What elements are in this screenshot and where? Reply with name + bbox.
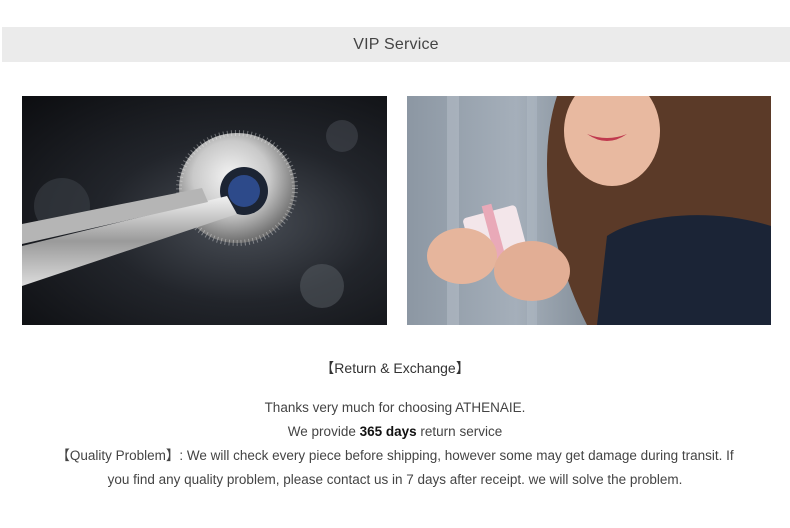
gift-photo	[407, 96, 771, 325]
woman-opening-gift-image	[427, 96, 771, 325]
return-days-highlight: 365 days	[359, 424, 417, 439]
charm-photo	[22, 96, 387, 325]
charm-in-tweezers-image	[22, 120, 358, 308]
return-service-prefix: We provide	[287, 424, 356, 439]
quality-problem-text-line-2: you find any quality problem, please con…	[107, 472, 683, 487]
vip-service-header: VIP Service	[2, 27, 790, 62]
return-service-suffix: return service	[420, 424, 503, 439]
return-exchange-title: 【Return & Exchange】	[320, 360, 470, 376]
return-service-text: We provide 365 days return service	[0, 423, 790, 441]
page-title: VIP Service	[353, 35, 439, 53]
thanks-text: Thanks very much for choosing ATHENAIE.	[264, 400, 526, 415]
quality-problem-text-line-1: 【Quality Problem】: We will check every p…	[56, 448, 734, 463]
